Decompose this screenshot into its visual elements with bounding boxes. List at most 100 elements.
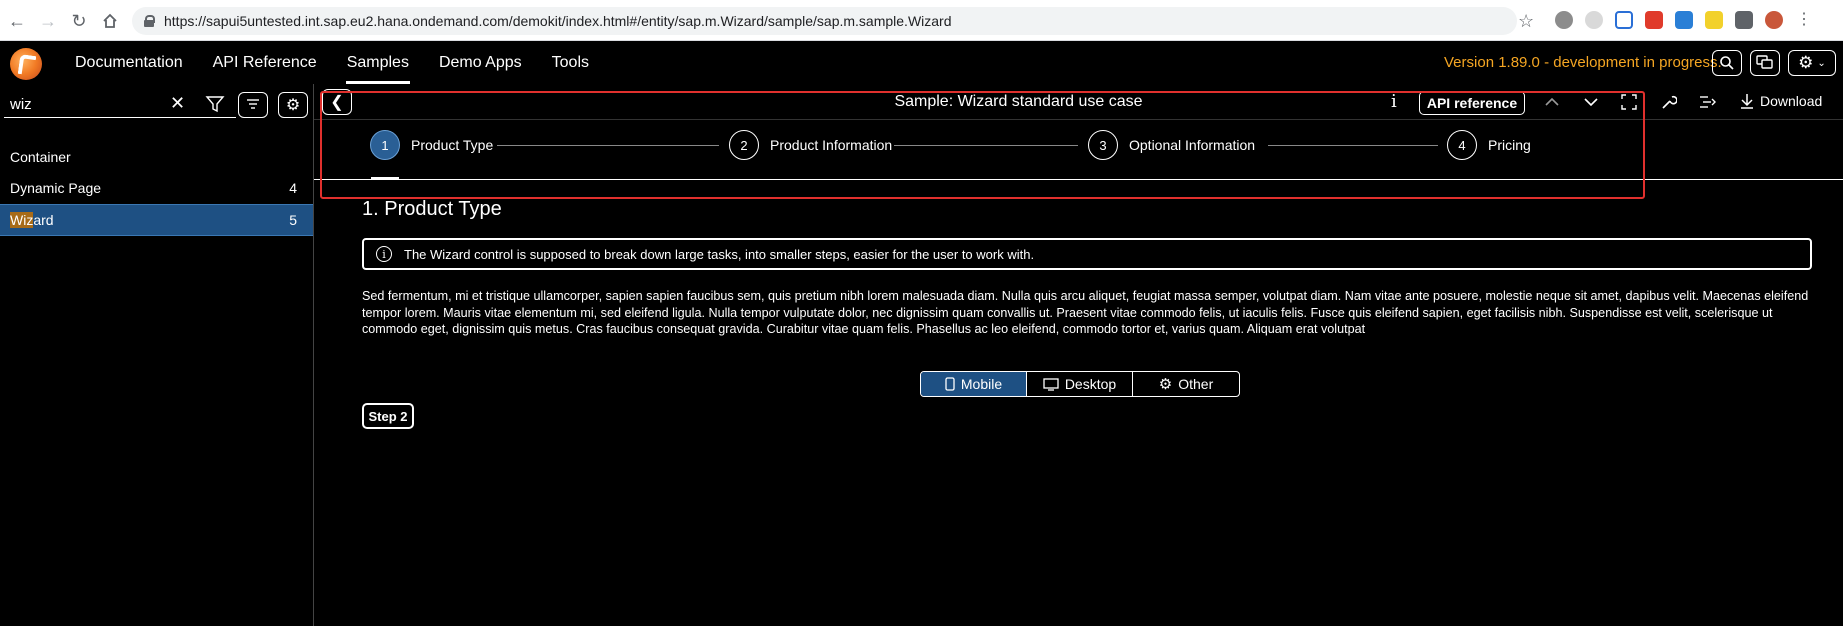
wizard-step-1[interactable]: 1 Product Type (370, 130, 493, 160)
extension-icon[interactable] (1705, 11, 1723, 29)
info-message-strip: i The Wizard control is supposed to brea… (362, 238, 1812, 270)
segment-label: Mobile (960, 376, 1003, 392)
download-label: Download (1760, 93, 1823, 109)
tree-item-label: Dynamic Page (10, 180, 102, 196)
sapui5-logo[interactable] (10, 48, 42, 80)
puzzle-icon[interactable] (1735, 11, 1753, 29)
step-label: Optional Information (1129, 137, 1256, 153)
info-icon: i (376, 246, 392, 262)
step-connector (1268, 145, 1438, 146)
search-button[interactable] (1712, 50, 1742, 76)
filter-icon[interactable] (205, 94, 225, 114)
sample-toolbar: ❮ Sample: Wizard standard use case i API… (314, 84, 1843, 120)
gear-icon: ⚙ (285, 97, 301, 114)
clear-icon[interactable]: ✕ (170, 93, 185, 114)
extension-icons: ⋮ (1555, 11, 1813, 29)
address-bar[interactable]: https://sapui5untested.int.sap.eu2.hana.… (132, 7, 1517, 35)
tree-item-count: 5 (289, 212, 297, 228)
step-number: 2 (729, 130, 759, 160)
home-icon[interactable] (95, 6, 125, 36)
settings-menu-button[interactable]: ⚙ ⌄ (1788, 50, 1836, 76)
tree-item-label: Container (10, 149, 71, 165)
tree-item-label-rest: ard (33, 212, 54, 228)
feedback-button[interactable] (1750, 50, 1780, 76)
extension-icon[interactable] (1585, 11, 1603, 29)
sidebar-settings-button[interactable]: ⚙ (278, 92, 308, 118)
chat-icon (1756, 55, 1773, 69)
tree-item-label: Wizard (10, 212, 54, 228)
nav-samples[interactable]: Samples (332, 41, 424, 84)
chevron-left-icon: ❮ (330, 94, 344, 111)
monitor-icon (1043, 377, 1059, 391)
wizard-step-3[interactable]: 3 Optional Information (1088, 130, 1255, 160)
lock-icon (144, 15, 155, 27)
step-title: 1. Product Type (362, 198, 502, 220)
sample-title: Sample: Wizard standard use case (894, 93, 1143, 110)
next-step-button[interactable]: Step 2 (362, 403, 414, 429)
step-number: 3 (1088, 130, 1118, 160)
product-type-segmented-button: Mobile Desktop ⚙ Other (920, 371, 1240, 397)
chevron-down-icon[interactable] (1578, 90, 1604, 114)
menu-dots-icon[interactable]: ⋮ (1795, 11, 1813, 29)
back-arrow-icon[interactable]: ← (2, 6, 32, 36)
segment-desktop[interactable]: Desktop (1027, 372, 1133, 396)
app-shell-header: Documentation API Reference Samples Demo… (0, 41, 1843, 84)
active-step-indicator (371, 177, 399, 180)
chevron-down-icon: ⌄ (1817, 57, 1826, 69)
fullscreen-icon[interactable] (1616, 90, 1642, 114)
sidebar: ✕ ⚙ Container Dynamic Page 4 Wizard 5 (0, 84, 314, 626)
nav-documentation[interactable]: Documentation (60, 41, 198, 84)
tree-group-container[interactable]: Container (0, 142, 313, 172)
segment-label: Desktop (1064, 376, 1117, 392)
segment-label: Other (1178, 376, 1214, 392)
info-strip-text: The Wizard control is supposed to break … (404, 246, 1035, 262)
step-connector (894, 145, 1078, 146)
step-label: Product Type (411, 137, 494, 153)
api-reference-button[interactable]: API reference (1419, 91, 1525, 115)
step-number: 1 (370, 130, 400, 160)
version-label[interactable]: Version 1.89.0 - development in progress… (1444, 54, 1722, 71)
download-icon (1741, 94, 1753, 109)
extension-icon[interactable] (1675, 11, 1693, 29)
url-text: https://sapui5untested.int.sap.eu2.hana.… (164, 13, 952, 29)
chevron-up-icon[interactable] (1539, 90, 1565, 114)
nav-tools[interactable]: Tools (537, 41, 604, 84)
info-icon[interactable]: i (1391, 91, 1397, 112)
search-highlight: Wiz (10, 212, 34, 228)
gear-icon: ⚙ (1158, 376, 1173, 393)
extension-icon[interactable] (1645, 11, 1663, 29)
tree-item-dynamic-page[interactable]: Dynamic Page 4 (0, 172, 313, 204)
wizard-step-2[interactable]: 2 Product Information (729, 130, 892, 160)
segment-other[interactable]: ⚙ Other (1133, 372, 1239, 396)
wrench-icon[interactable] (1656, 90, 1682, 114)
reload-icon[interactable]: ↻ (64, 6, 94, 36)
sample-tree: Container Dynamic Page 4 Wizard 5 (0, 142, 313, 236)
step-number: 4 (1447, 130, 1477, 160)
phone-icon (945, 377, 955, 391)
extension-icon[interactable] (1615, 11, 1633, 29)
tree-item-count: 4 (289, 180, 297, 196)
step-description: Sed fermentum, mi et tristique ullamcorp… (362, 289, 1809, 336)
step-label: Product Information (770, 137, 893, 153)
nav-demo-apps[interactable]: Demo Apps (424, 41, 537, 84)
wizard-step-4[interactable]: 4 Pricing (1447, 130, 1531, 160)
top-navigation: Documentation API Reference Samples Demo… (60, 41, 604, 84)
bookmark-star-icon[interactable]: ☆ (1518, 11, 1534, 32)
extension-icon[interactable] (1555, 11, 1573, 29)
code-icon[interactable] (1695, 90, 1721, 114)
segment-mobile[interactable]: Mobile (921, 372, 1027, 396)
gear-icon: ⚙ (1798, 53, 1814, 72)
sort-button[interactable] (238, 92, 268, 118)
sample-title-wrap: Sample: Wizard standard use case (314, 93, 1843, 111)
step-connector (497, 145, 719, 146)
list-icon (247, 99, 259, 109)
profile-avatar[interactable] (1765, 11, 1783, 29)
forward-arrow-icon[interactable]: → (33, 6, 63, 36)
search-input[interactable] (4, 92, 236, 118)
nav-api-reference[interactable]: API Reference (198, 41, 332, 84)
nav-back-button[interactable]: ❮ (322, 89, 352, 115)
tree-item-wizard[interactable]: Wizard 5 (0, 204, 313, 236)
step-label: Pricing (1488, 137, 1531, 153)
sample-content: ❮ Sample: Wizard standard use case i API… (314, 84, 1843, 626)
download-button[interactable]: Download (1740, 93, 1822, 109)
